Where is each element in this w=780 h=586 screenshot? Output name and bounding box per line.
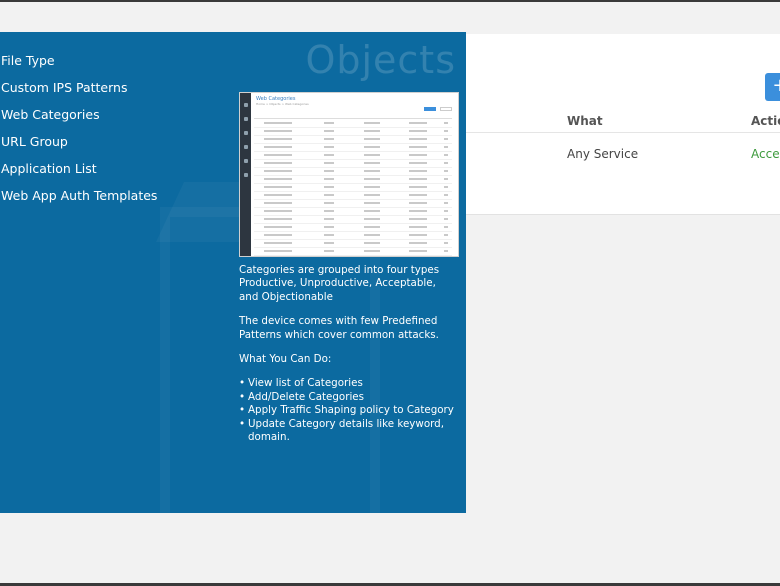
description-what-you-can-do: What You Can Do: [239, 353, 332, 366]
column-header-action[interactable]: Action [751, 114, 780, 128]
preview-row [254, 144, 452, 152]
menu-item-file-type[interactable]: File Type [0, 52, 157, 79]
preview-row [254, 232, 452, 240]
preview-row [254, 224, 452, 232]
bullet-item: View list of Categories [239, 377, 454, 391]
bullet-item: Update Category details like keyword, do… [239, 418, 454, 445]
objects-menu: File Type Custom IPS Patterns Web Catego… [0, 52, 157, 214]
column-header-what[interactable]: What [567, 114, 603, 128]
add-button[interactable]: + [765, 73, 780, 101]
preview-row [254, 160, 452, 168]
preview-delete-button [440, 107, 452, 111]
preview-table-rows [254, 120, 452, 257]
description-paragraph-categories: Categories are grouped into four types P… [239, 264, 440, 303]
preview-row [254, 152, 452, 160]
preview-row [254, 216, 452, 224]
preview-row [254, 120, 452, 128]
preview-row [254, 256, 452, 257]
menu-item-custom-ips-patterns[interactable]: Custom IPS Patterns [0, 79, 157, 106]
preview-row [254, 184, 452, 192]
top-border [0, 0, 780, 2]
description-bullet-list: View list of Categories Add/Delete Categ… [239, 377, 454, 444]
menu-item-application-list[interactable]: Application List [0, 160, 157, 187]
panel-description: Categories are grouped into four types P… [239, 264, 454, 444]
menu-item-url-group[interactable]: URL Group [0, 133, 157, 160]
preview-row [254, 128, 452, 136]
preview-row [254, 200, 452, 208]
cell-what: Any Service [567, 147, 639, 161]
menu-item-web-app-auth-templates[interactable]: Web App Auth Templates [0, 187, 157, 214]
preview-breadcrumb: Home > Objects > Web Categories [256, 102, 309, 106]
menu-item-web-categories[interactable]: Web Categories [0, 106, 157, 133]
preview-sidebar [240, 93, 251, 256]
preview-row [254, 240, 452, 248]
preview-table-header [254, 114, 452, 119]
preview-row [254, 208, 452, 216]
preview-row [254, 136, 452, 144]
bullet-item: Add/Delete Categories [239, 391, 454, 405]
preview-add-button [424, 107, 436, 111]
preview-row [254, 192, 452, 200]
bullet-item: Apply Traffic Shaping policy to Category [239, 404, 454, 418]
preview-row [254, 248, 452, 256]
cell-action: Accept [751, 147, 780, 161]
description-paragraph-patterns: The device comes with few Predefined Pat… [239, 315, 439, 341]
preview-row [254, 176, 452, 184]
web-categories-preview-thumbnail: Web Categories Home > Objects > Web Cate… [239, 92, 459, 257]
panel-title: Objects [305, 38, 456, 82]
objects-help-panel: Objects File Type Custom IPS Patterns We… [0, 32, 466, 513]
preview-row [254, 168, 452, 176]
